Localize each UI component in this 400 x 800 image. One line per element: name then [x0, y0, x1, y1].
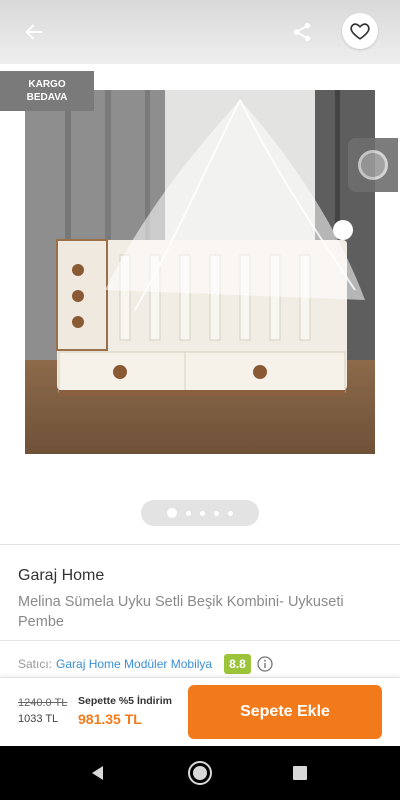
- product-image[interactable]: [25, 90, 375, 454]
- pagination-dot-active[interactable]: [167, 508, 177, 518]
- seller-rating-badge: 8.8: [224, 654, 251, 674]
- product-title: Melina Sümela Uyku Setli Beşik Kombini- …: [18, 594, 344, 630]
- pagination-dot[interactable]: [214, 510, 219, 516]
- pagination-dot[interactable]: [200, 510, 205, 516]
- product-info: Garaj Home Melina Sümela Uyku Setli Beşi…: [0, 544, 400, 678]
- seller-row: Satıcı: Garaj Home Modüler Mobilya 8.8: [18, 653, 273, 675]
- system-navigation-bar: [0, 746, 400, 800]
- info-icon[interactable]: [257, 656, 273, 672]
- discounted-price: 981.35 TL: [78, 711, 142, 727]
- add-to-cart-button[interactable]: Sepete Ekle: [188, 685, 382, 739]
- square-recents-icon: [293, 766, 307, 780]
- nav-home-button[interactable]: [186, 759, 214, 787]
- old-price: 1240.0 TL: [18, 697, 68, 709]
- pagination-dot[interactable]: [186, 510, 191, 516]
- divider: [0, 640, 400, 641]
- share-button[interactable]: [286, 16, 318, 48]
- purchase-bar: 1240.0 TL 1033 TL Sepette %5 İndirim 981…: [0, 677, 400, 746]
- floating-circle-icon: [358, 150, 388, 180]
- gallery-pagination: [141, 500, 259, 526]
- pagination-dot[interactable]: [228, 510, 233, 516]
- back-button[interactable]: [18, 16, 50, 48]
- crib-photo: [25, 90, 375, 454]
- triangle-back-icon: [92, 766, 103, 780]
- floating-assistant-handle[interactable]: [348, 138, 398, 192]
- product-gallery[interactable]: KARGO BEDAVA: [0, 64, 400, 544]
- arrow-left-icon: [25, 24, 43, 40]
- badge-line-2: BEDAVA: [26, 92, 68, 103]
- seller-label: Satıcı:: [18, 657, 53, 671]
- basket-discount-label: Sepette %5 İndirim: [78, 695, 172, 707]
- nav-back-button[interactable]: [84, 759, 112, 787]
- brand-name[interactable]: Garaj Home: [18, 567, 104, 585]
- seller-link[interactable]: Garaj Home Modüler Mobilya: [56, 657, 212, 671]
- badge-line-1: KARGO: [28, 79, 66, 90]
- base-price: 1033 TL: [18, 713, 59, 725]
- nav-recents-button[interactable]: [286, 759, 314, 787]
- heart-outline-icon: [350, 23, 370, 40]
- top-app-bar: [0, 0, 400, 64]
- share-icon: [293, 22, 311, 42]
- free-shipping-badge: KARGO BEDAVA: [0, 71, 94, 111]
- favorite-button[interactable]: [342, 13, 378, 49]
- circle-home-icon: [188, 761, 212, 785]
